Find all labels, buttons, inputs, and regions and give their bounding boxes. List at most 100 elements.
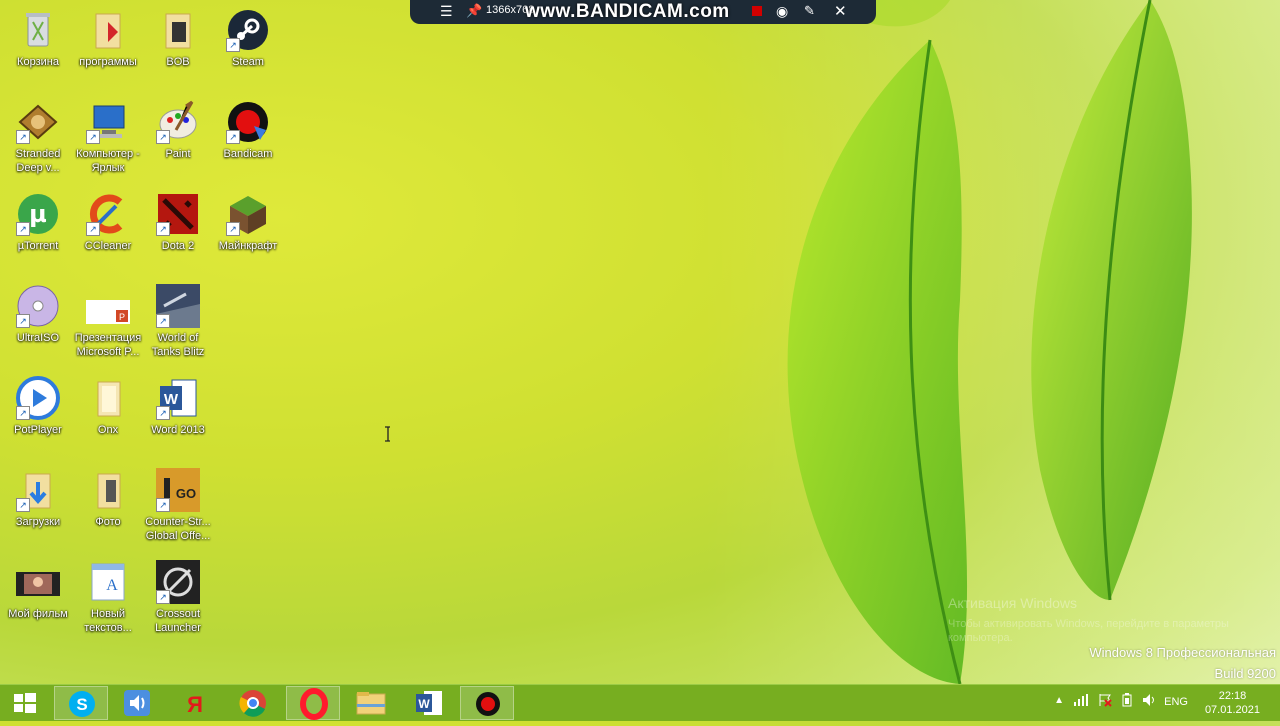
clock[interactable]: 22:18 07.01.2021 (1205, 689, 1260, 717)
activation-title: Активация Windows (948, 595, 1078, 611)
folder-icon (86, 468, 130, 512)
pen-icon[interactable]: ✎ (804, 3, 815, 19)
close-icon[interactable]: ✕ (834, 2, 847, 20)
text-file-icon: A (86, 560, 130, 604)
folder-icon (356, 692, 386, 715)
shortcut-arrow-icon: ↗ (16, 498, 30, 512)
desktop-icon-photo[interactable]: Фото (72, 468, 144, 529)
recycle-bin-icon (16, 8, 60, 52)
computer-icon: ↗ (86, 100, 130, 144)
shortcut-arrow-icon: ↗ (226, 130, 240, 144)
taskbar-yandex[interactable]: Я (168, 686, 222, 720)
action-center-flag-icon[interactable] (1098, 693, 1112, 710)
csgo-icon: GO ↗ (156, 468, 200, 512)
windows-logo-icon (14, 693, 36, 713)
shortcut-arrow-icon: ↗ (156, 130, 170, 144)
shortcut-arrow-icon: ↗ (156, 590, 170, 604)
shortcut-arrow-icon: ↗ (86, 130, 100, 144)
menu-icon[interactable]: ☰ (440, 3, 453, 20)
battery-icon[interactable] (1120, 693, 1134, 710)
shortcut-arrow-icon: ↗ (16, 222, 30, 236)
bandicam-record-icon (476, 692, 500, 716)
steam-icon: ↗ (226, 8, 270, 52)
desktop-icon-potplayer[interactable]: ↗ PotPlayer (2, 376, 74, 437)
chrome-icon (239, 690, 266, 717)
language-indicator[interactable]: ENG (1164, 696, 1188, 708)
desktop-icon-utorrent[interactable]: µ ↗ µTorrent (2, 192, 74, 253)
desktop-icon-recycle-bin[interactable]: Корзина (2, 8, 74, 69)
desktop-icon-bob[interactable]: BOB (142, 8, 214, 69)
record-icon[interactable] (752, 6, 762, 16)
show-hidden-icons[interactable]: ▲ (1054, 695, 1064, 706)
network-signal-icon[interactable] (1074, 694, 1088, 709)
taskbar-word[interactable]: W (402, 686, 456, 720)
taskbar-explorer[interactable] (344, 686, 398, 720)
minecraft-icon: ↗ (226, 192, 270, 236)
svg-text:Я: Я (187, 692, 203, 717)
shortcut-arrow-icon: ↗ (226, 222, 240, 236)
svg-text:P: P (119, 312, 125, 322)
clock-time: 22:18 (1218, 690, 1247, 702)
dota2-icon: ↗ (156, 192, 200, 236)
activation-text: Чтобы активировать Windows, перейдите в … (948, 618, 1229, 644)
volume-icon[interactable] (1142, 693, 1156, 710)
word-icon: W (416, 691, 442, 715)
downloads-folder-icon: ↗ (16, 468, 60, 512)
folder-icon (156, 8, 200, 52)
desktop-icon-bandicam[interactable]: ↗ Bandicam (212, 100, 284, 161)
start-button[interactable] (0, 686, 50, 720)
edition-label: Windows 8 Профессиональная (1089, 645, 1276, 660)
bandicam-toolbar: ☰ 📌 1366x768 www.BANDICAM.com ◉ ✎ ✕ (410, 0, 876, 24)
desktop-icon-csgo[interactable]: GO ↗ Counter-Str... Global Offe... (142, 468, 214, 543)
desktop-icon-crossout[interactable]: ↗ Crossout Launcher (142, 560, 214, 635)
stranded-deep-icon: ↗ (16, 100, 60, 144)
shortcut-arrow-icon: ↗ (16, 406, 30, 420)
svg-text:W: W (418, 697, 430, 711)
utorrent-icon: µ ↗ (16, 192, 60, 236)
powerpoint-file-icon: P (86, 284, 130, 328)
shortcut-arrow-icon: ↗ (226, 38, 240, 52)
desktop-icon-new-text[interactable]: A Новый текстов... (72, 560, 144, 635)
folder-icon (86, 376, 130, 420)
desktop-icon-onx[interactable]: Onx (72, 376, 144, 437)
svg-text:A: A (106, 577, 118, 594)
desktop-icon-paint[interactable]: ↗ Paint (142, 100, 214, 161)
shortcut-arrow-icon: ↗ (16, 130, 30, 144)
build-label: Build 9200 (1214, 666, 1276, 681)
speaker-icon (124, 690, 150, 716)
desktop-icon-ultraiso[interactable]: ↗ UltraISO (2, 284, 74, 345)
desktop-icon-computer[interactable]: ↗ Компьютер - Ярлык (72, 100, 144, 175)
shortcut-arrow-icon: ↗ (16, 314, 30, 328)
taskbar-skype[interactable]: S (54, 686, 108, 720)
ccleaner-icon: ↗ (86, 192, 130, 236)
desktop-icon-minecraft[interactable]: ↗ Майнкрафт (212, 192, 284, 253)
desktop-icon-stranded-deep[interactable]: ↗ Stranded Deep v... (2, 100, 74, 175)
crossout-icon: ↗ (156, 560, 200, 604)
word-icon: W ↗ (156, 376, 200, 420)
bandicam-icon: ↗ (226, 100, 270, 144)
taskbar-opera[interactable] (286, 686, 340, 720)
desktop-icon-programs[interactable]: программы (72, 8, 144, 69)
taskbar-bandicam[interactable] (460, 686, 514, 720)
desktop-icon-my-movie[interactable]: Мой фильм (2, 560, 74, 621)
desktop-icon-dota2[interactable]: ↗ Dota 2 (142, 192, 214, 253)
desktop-icon-downloads[interactable]: ↗ Загрузки (2, 468, 74, 529)
potplayer-icon: ↗ (16, 376, 60, 420)
wot-blitz-icon: ↗ (156, 284, 200, 328)
desktop-icon-steam[interactable]: ↗ Steam (212, 8, 284, 69)
desktop-icon-word2013[interactable]: W ↗ Word 2013 (142, 376, 214, 437)
taskbar-sound[interactable] (110, 686, 164, 720)
svg-text:µ: µ (29, 200, 47, 228)
desktop-icon-ccleaner[interactable]: ↗ CCleaner (72, 192, 144, 253)
folder-icon (86, 8, 130, 52)
desktop-icon-wot-blitz[interactable]: ↗ World of Tanks Blitz (142, 284, 214, 359)
desktop-icon-presentation[interactable]: P Презентация Microsoft P... (72, 284, 144, 359)
taskbar: S Я W ▲ ENG 22:18 07.01.2021 (0, 684, 1280, 721)
camera-icon[interactable]: ◉ (776, 3, 788, 20)
shortcut-arrow-icon: ↗ (156, 222, 170, 236)
svg-text:S: S (76, 695, 87, 714)
paint-icon: ↗ (156, 100, 200, 144)
pin-icon[interactable]: 📌 (466, 3, 482, 19)
taskbar-chrome[interactable] (226, 686, 280, 720)
shortcut-arrow-icon: ↗ (156, 498, 170, 512)
